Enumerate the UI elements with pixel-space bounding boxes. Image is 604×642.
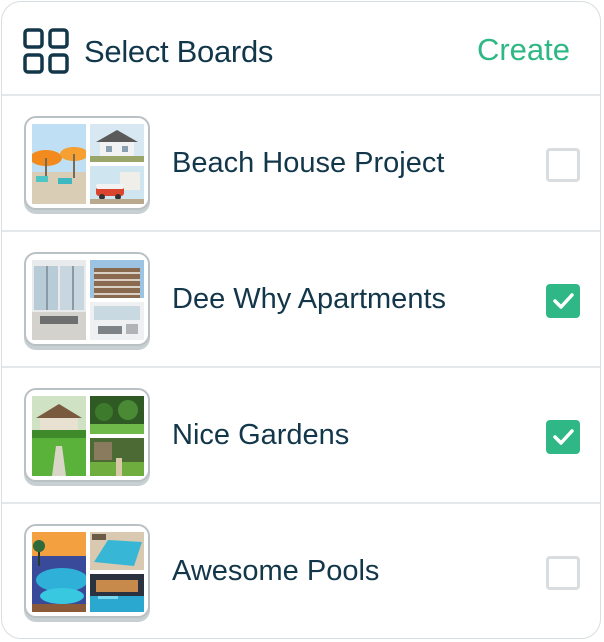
apartment-building-image	[90, 260, 144, 298]
beach-house-image	[90, 124, 144, 162]
pool-deck-image	[90, 532, 144, 570]
board-checkbox[interactable]	[546, 284, 580, 318]
board-thumbnail	[24, 388, 150, 482]
check-icon	[553, 293, 574, 309]
select-boards-panel: Select Boards Create Beach House Project…	[1, 1, 601, 639]
board-name: Dee Why Apartments	[172, 283, 446, 315]
board-row-awesome-pools[interactable]: Awesome Pools	[2, 504, 600, 638]
board-checkbox[interactable]	[546, 556, 580, 590]
garden-lawn-image	[32, 396, 86, 476]
panel-header: Select Boards Create	[2, 2, 600, 96]
board-thumbnail	[24, 524, 150, 618]
board-name: Beach House Project	[172, 147, 445, 179]
board-checkbox[interactable]	[546, 148, 580, 182]
board-row-dee-why-apartments[interactable]: Dee Why Apartments	[2, 232, 600, 368]
create-button[interactable]: Create	[477, 30, 570, 70]
board-thumbnail	[24, 116, 150, 210]
board-checkbox[interactable]	[546, 420, 580, 454]
garden-path-image	[90, 438, 144, 476]
grid-icon	[23, 28, 69, 74]
page-title: Select Boards	[84, 34, 274, 69]
board-row-nice-gardens[interactable]: Nice Gardens	[2, 368, 600, 504]
campervan-image	[90, 166, 144, 204]
board-thumbnail	[24, 252, 150, 346]
board-name: Awesome Pools	[172, 555, 380, 587]
board-row-beach-house-project[interactable]: Beach House Project	[2, 96, 600, 232]
apartment-interior-image	[32, 260, 86, 340]
garden-hedges-image	[90, 396, 144, 434]
board-name: Nice Gardens	[172, 419, 350, 451]
living-room-image	[90, 302, 144, 340]
resort-pool-image	[32, 532, 86, 612]
beach-umbrellas-image	[32, 124, 86, 204]
night-pool-image	[90, 574, 144, 612]
check-icon	[553, 429, 574, 445]
